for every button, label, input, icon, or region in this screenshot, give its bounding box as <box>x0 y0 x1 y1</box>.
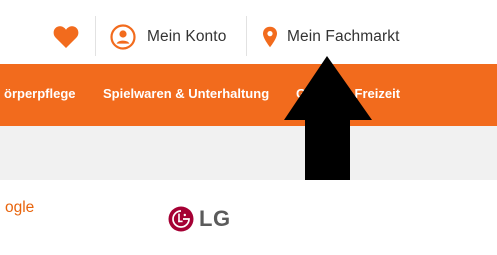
my-account-link[interactable]: Mein Konto <box>110 22 226 52</box>
arrow-up-icon <box>284 56 372 180</box>
google-link[interactable]: ogle <box>5 199 34 217</box>
top-header: Mein Konto Mein Fachmarkt <box>0 0 497 66</box>
heart-icon[interactable] <box>53 25 79 49</box>
my-store-label: Mein Fachmarkt <box>287 28 400 45</box>
lg-wordmark: LG <box>199 206 231 231</box>
header-divider <box>95 16 96 56</box>
nav-item-koerperpflege[interactable]: örperpflege <box>4 86 76 101</box>
header-divider <box>246 16 247 56</box>
nav-item-spielwaren[interactable]: Spielwaren & Unterhaltung <box>103 86 269 101</box>
location-pin-icon <box>263 26 277 48</box>
user-circle-icon <box>110 24 136 50</box>
my-account-label: Mein Konto <box>147 28 227 45</box>
lg-brand-logo[interactable]: LG <box>168 206 231 232</box>
secondary-bar <box>0 126 497 180</box>
my-store-link[interactable]: Mein Fachmarkt <box>262 22 400 52</box>
lg-logo-icon <box>168 206 194 232</box>
category-nav: örperpflege Spielwaren & Unterhaltung Ga… <box>0 64 497 126</box>
